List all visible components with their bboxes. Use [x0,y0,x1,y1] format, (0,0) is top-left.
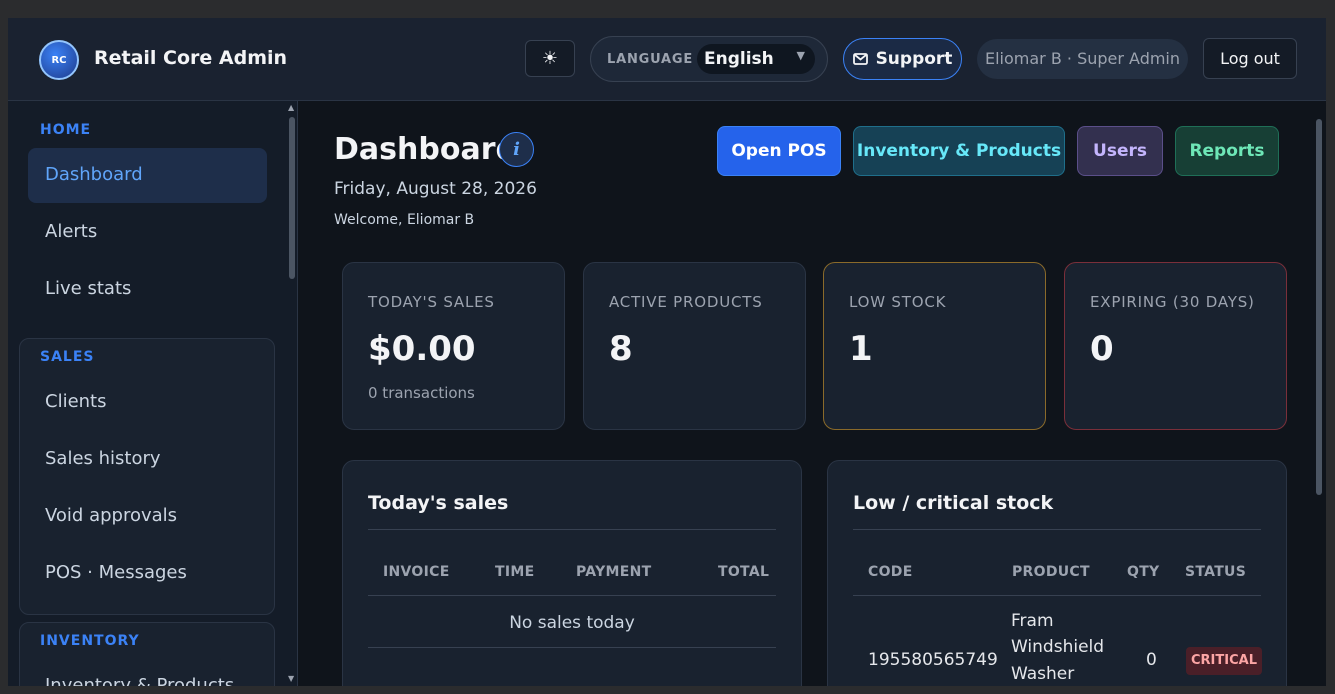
sidebar: HOME Dashboard Alerts Live stats SALES C… [8,101,298,686]
row-product-line: Windshield [1011,637,1105,657]
column-header-code: CODE [868,564,913,580]
scroll-up-icon[interactable]: ▲ [288,103,294,112]
column-header-time: TIME [495,564,535,580]
main-scroll-thumb[interactable] [1316,119,1322,495]
chevron-down-icon: ▼ [796,49,805,62]
status-badge: CRITICAL [1186,647,1262,675]
panel-title: Today's sales [368,492,509,514]
column-header-qty: QTY [1127,564,1160,580]
stat-label: EXPIRING (30 DAYS) [1090,293,1255,311]
stat-card-low-stock: LOW STOCK 1 [823,262,1046,430]
divider [368,529,776,530]
browser-chrome-strip [0,0,1335,18]
language-picker: LANGUAGE English ▼ [590,36,828,82]
theme-toggle-button[interactable]: ☀ [525,40,575,77]
empty-state: No sales today [509,613,635,633]
topbar: RC Retail Core Admin ☀ LANGUAGE English … [8,18,1326,101]
language-label: LANGUAGE [607,52,694,67]
main-scrollbar[interactable] [1312,101,1326,686]
row-product-line: Fram [1011,611,1054,631]
divider [368,647,776,648]
column-header-status: STATUS [1185,564,1247,580]
sidebar-item-sales-history[interactable]: Sales history [28,432,267,487]
column-header-total: TOTAL [718,564,770,580]
column-header-product: PRODUCT [1012,564,1090,580]
todays-sales-panel: Today's sales INVOICE TIME PAYMENT TOTAL… [342,460,802,686]
divider [853,529,1261,530]
page-date: Friday, August 28, 2026 [334,179,537,199]
users-button[interactable]: Users [1077,126,1163,176]
app-window: RC Retail Core Admin ☀ LANGUAGE English … [8,18,1326,686]
open-pos-button[interactable]: Open POS [717,126,841,176]
language-value: English [704,49,774,69]
language-select[interactable]: English ▼ [697,44,815,74]
main-content: Dashboard i Friday, August 28, 2026 Welc… [298,101,1326,686]
sidebar-scroll-thumb[interactable] [289,117,295,279]
app-title: Retail Core Admin [94,47,288,69]
scroll-down-icon[interactable]: ▼ [288,674,294,683]
stat-card-todays-sales: TODAY'S SALES $0.00 0 transactions [342,262,565,430]
column-header-payment: PAYMENT [576,564,652,580]
row-qty: 0 [1146,650,1157,670]
sidebar-item-void-approvals[interactable]: Void approvals [28,489,267,544]
stat-value: 8 [609,329,633,369]
sidebar-item-live-stats[interactable]: Live stats [28,262,267,317]
stat-card-active-products: ACTIVE PRODUCTS 8 [583,262,806,430]
stat-value: 0 [1090,329,1114,369]
info-glyph: i [513,139,520,160]
stat-card-expiring: EXPIRING (30 DAYS) 0 [1064,262,1287,430]
sidebar-section-home: HOME [40,122,92,138]
user-badge: Eliomar B · Super Admin [977,39,1188,79]
low-stock-panel: Low / critical stock CODE PRODUCT QTY ST… [827,460,1287,686]
stat-label: ACTIVE PRODUCTS [609,293,763,311]
stat-value: $0.00 [368,329,476,369]
sidebar-item-inventory-products[interactable]: Inventory & Products [28,659,267,686]
sun-icon: ☀ [541,48,559,69]
stat-value: 1 [849,329,873,369]
stat-label: TODAY'S SALES [368,293,495,311]
sidebar-section-sales: SALES [40,349,95,365]
sidebar-item-clients[interactable]: Clients [28,375,267,430]
welcome-text: Welcome, Eliomar B [334,212,475,228]
divider [368,595,776,596]
column-header-invoice: INVOICE [383,564,450,580]
sidebar-section-inventory: INVENTORY [40,633,140,649]
row-code: 195580565749 [868,650,998,670]
logout-button[interactable]: Log out [1203,38,1297,79]
sidebar-scrollbar[interactable]: ▲ ▼ [286,101,297,686]
inventory-products-button[interactable]: Inventory & Products [853,126,1065,176]
support-button[interactable]: Support [843,38,962,80]
sidebar-item-pos-messages[interactable]: POS · Messages [28,546,267,601]
sidebar-item-dashboard[interactable]: Dashboard [28,148,267,203]
support-label: Support [875,49,953,69]
logo-text: RC [51,54,67,66]
divider [853,595,1261,596]
brand-logo: RC [39,40,79,80]
panel-title: Low / critical stock [853,492,1054,514]
row-product-line: Washer [1011,664,1075,684]
reports-button[interactable]: Reports [1175,126,1279,176]
stat-label: LOW STOCK [849,293,947,311]
page-title: Dashboard [334,132,517,167]
stat-sub: 0 transactions [368,384,475,402]
info-icon[interactable]: i [499,132,534,167]
sidebar-item-alerts[interactable]: Alerts [28,205,267,260]
mail-icon [852,53,868,65]
